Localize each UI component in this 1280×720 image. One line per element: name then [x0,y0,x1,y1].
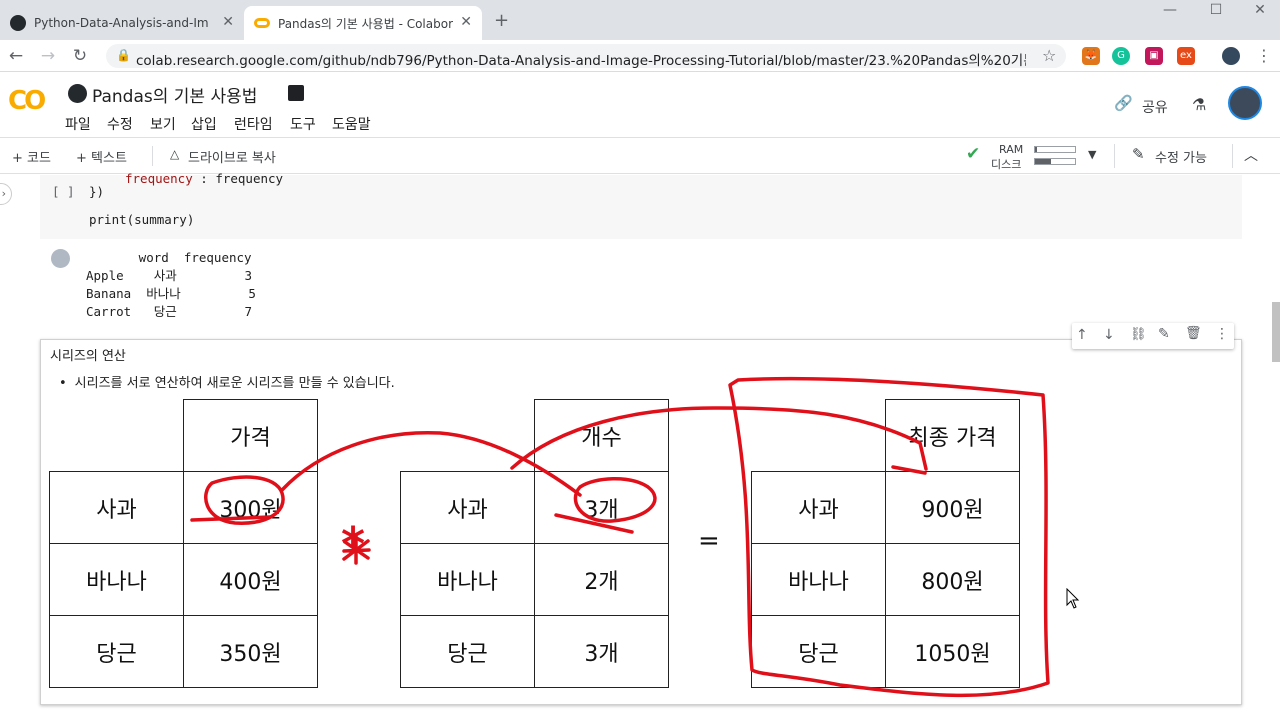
browser-tab-bar: Python-Data-Analysis-and-Imag ✕ Pandas의 … [0,0,1280,40]
back-icon[interactable]: ← [4,44,28,68]
add-code-button[interactable]: + 코드 [12,147,51,166]
move-up-icon[interactable]: ↑ [1076,327,1088,343]
scrollbar-thumb[interactable] [1272,302,1280,362]
cell-toolbar: ↑ ↓ ⛓ ✎ 🗑 ⋮ [1072,323,1234,349]
new-tab-icon[interactable]: + [494,10,509,31]
colab-icon [254,18,270,28]
tab-colab[interactable]: Pandas의 기본 사용법 - Colabor ✕ [244,6,482,40]
annotation-circle-3 [573,477,657,523]
menu-insert[interactable]: 삽입 [191,114,217,134]
grammarly-icon[interactable]: G [1112,47,1130,65]
connected-check-icon: ✔ [966,144,981,164]
maximize-icon[interactable]: ☐ [1196,0,1236,20]
pen-annotations [190,376,1050,698]
annotation-star [342,533,371,565]
minimize-icon[interactable]: — [1150,0,1190,20]
notebook-toolbar: + 코드 + 텍스트 △ 드라이브로 복사 ✔ RAM 디스크 ▼ ✎ 수정 가… [0,138,1280,174]
tab-github[interactable]: Python-Data-Analysis-and-Imag ✕ [0,6,244,40]
annotation-arrow-head [891,465,927,475]
menu-runtime[interactable]: 런타임 [234,114,273,134]
mouse-cursor-icon [1066,588,1080,609]
extension-ex-icon[interactable]: ex [1177,47,1195,65]
drive-icon: △ [170,147,180,161]
profile-avatar-icon[interactable] [1222,47,1240,65]
colab-header: CO Pandas의 기본 사용법 파일 수정 보기 삽입 런타임 도구 도움말… [0,72,1280,138]
github-icon [10,15,26,31]
address-bar: ← → ↻ 🔒 colab.research.google.com/github… [0,40,1280,72]
github-icon [68,84,87,103]
share-button[interactable]: 공유 [1142,97,1168,117]
metamask-icon[interactable]: 🦊 [1082,47,1100,65]
link-icon[interactable]: ⛓ [1130,327,1147,342]
link-icon[interactable]: 🔗 [1114,94,1133,112]
tab-title: Python-Data-Analysis-and-Imag [34,16,209,30]
extension-icon[interactable]: ▣ [1145,47,1163,65]
disk-meter[interactable] [1034,158,1076,165]
flask-icon[interactable]: ⚗ [1192,95,1206,114]
trash-icon[interactable]: 🗑 [1185,326,1202,341]
divider [152,146,153,166]
notebook-content: › frequency : frequency [ ] }) print(sum… [0,171,1280,720]
divider [1232,144,1233,168]
close-icon[interactable]: ✕ [222,14,234,30]
notebook-title[interactable]: Pandas의 기본 사용법 [92,82,257,107]
close-icon[interactable]: ✕ [460,14,472,30]
edit-mode-button[interactable]: 수정 가능 [1155,147,1207,166]
more-icon[interactable]: ⋮ [1215,326,1229,342]
menu-view[interactable]: 보기 [150,114,176,134]
add-text-button[interactable]: + 텍스트 [76,147,127,166]
save-disk-icon[interactable] [288,85,304,101]
annotation-box [728,376,1050,698]
forward-icon[interactable]: → [36,44,60,68]
tab-title: Pandas의 기본 사용법 - Colabor [278,16,453,31]
colab-logo[interactable]: CO [8,86,46,116]
menu-help[interactable]: 도움말 [332,114,371,134]
menu-tools[interactable]: 도구 [290,114,316,134]
annotation-arc-left [280,430,582,497]
lock-icon: 🔒 [116,48,131,62]
collapse-header-icon[interactable]: ︿ [1244,145,1258,165]
ram-meter[interactable] [1034,146,1076,153]
url-box[interactable]: 🔒 colab.research.google.com/github/ndb79… [106,44,1066,69]
copy-to-drive-button[interactable]: 드라이브로 복사 [188,147,276,166]
menu-file[interactable]: 파일 [65,114,91,134]
window-close-icon[interactable]: ✕ [1240,0,1280,20]
disk-label: 디스크 [991,158,1022,171]
menu-edit[interactable]: 수정 [107,114,133,134]
url-text: colab.research.google.com/github/ndb796/… [136,53,1026,69]
ram-label: RAM [999,143,1024,156]
pencil-icon: ✎ [1132,145,1145,163]
reload-icon[interactable]: ↻ [68,44,92,68]
edit-icon[interactable]: ✎ [1158,326,1170,342]
move-down-icon[interactable]: ↓ [1103,327,1115,343]
annotation-arc-right [510,406,928,471]
user-avatar[interactable] [1228,86,1262,120]
divider [1114,144,1115,168]
annotation-underline-300 [190,515,272,522]
bookmark-star-icon[interactable]: ☆ [1042,46,1056,65]
chrome-menu-icon[interactable]: ⋮ [1256,46,1272,65]
resources-dropdown-icon[interactable]: ▼ [1088,148,1096,161]
